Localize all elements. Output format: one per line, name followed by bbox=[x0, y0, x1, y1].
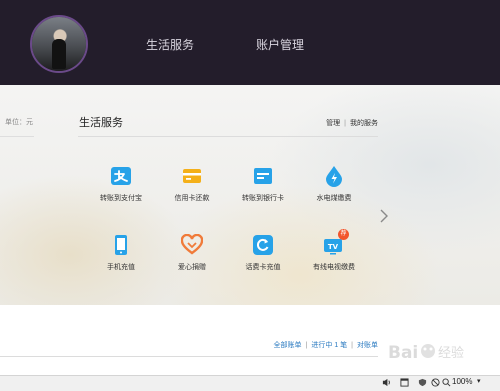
nav-life-services[interactable]: 生活服务 bbox=[146, 36, 194, 53]
service-label: 水电煤缴费 bbox=[316, 195, 352, 202]
credit-card-icon bbox=[183, 169, 201, 183]
all-bills-link[interactable]: 全部账单 bbox=[274, 342, 302, 349]
services-panel-title: 生活服务 bbox=[79, 117, 123, 129]
baidu-watermark: Bai 经验 bbox=[388, 343, 464, 363]
service-bank-transfer[interactable]: 转账到银行卡 bbox=[228, 165, 298, 203]
zoom-icon[interactable] bbox=[442, 378, 451, 387]
panel-divider bbox=[78, 136, 378, 137]
service-label: 爱心捐赠 bbox=[178, 264, 206, 271]
service-alipay-transfer[interactable]: 转账到支付宝 bbox=[86, 165, 156, 203]
blocked-icon[interactable] bbox=[431, 378, 440, 387]
zoom-level[interactable]: 100% bbox=[452, 377, 472, 386]
service-label: 信用卡还款 bbox=[174, 195, 210, 202]
divider bbox=[0, 136, 34, 137]
speaker-icon[interactable] bbox=[382, 378, 391, 387]
svg-text:Bai: Bai bbox=[388, 343, 418, 363]
service-label: 有线电视缴费 bbox=[313, 264, 355, 271]
in-progress-link[interactable]: 进行中 1 笔 bbox=[311, 342, 347, 349]
service-utilities[interactable]: 水电煤缴费 bbox=[299, 165, 369, 203]
services-panel-links: 管理 | 我的服务 bbox=[326, 118, 378, 128]
service-label: 转账到银行卡 bbox=[242, 195, 284, 202]
statement-link[interactable]: 对账单 bbox=[357, 342, 378, 349]
mobile-phone-icon bbox=[115, 235, 127, 255]
heart-icon bbox=[181, 234, 203, 255]
bank-card-icon bbox=[254, 168, 272, 184]
manage-link[interactable]: 管理 bbox=[326, 120, 340, 127]
service-label: 转账到支付宝 bbox=[100, 195, 142, 202]
unit-label: 单位：元 bbox=[5, 119, 33, 126]
service-mobile-topup[interactable]: 手机充值 bbox=[86, 234, 156, 272]
service-credit-card[interactable]: 信用卡还款 bbox=[157, 165, 227, 203]
service-cable-tv[interactable]: TV 有线电视缴费 bbox=[299, 234, 369, 272]
svg-text:TV: TV bbox=[328, 243, 339, 251]
link-separator: | bbox=[344, 120, 346, 127]
recommend-badge: 荐 bbox=[338, 229, 349, 240]
my-services-link[interactable]: 我的服务 bbox=[350, 120, 378, 127]
service-donation[interactable]: 爱心捐赠 bbox=[157, 234, 227, 272]
alipay-transfer-icon bbox=[111, 167, 131, 185]
link-separator: | bbox=[305, 342, 308, 349]
service-phone-card[interactable]: 话费卡充值 bbox=[228, 234, 298, 272]
avatar-figure bbox=[52, 39, 66, 69]
bills-divider bbox=[0, 356, 378, 357]
chevron-right-icon[interactable] bbox=[378, 208, 390, 224]
svg-text:经验: 经验 bbox=[438, 345, 464, 361]
chevron-down-icon[interactable]: ▾ bbox=[477, 377, 481, 385]
link-separator: | bbox=[351, 342, 353, 349]
refresh-card-icon bbox=[253, 235, 273, 255]
service-label: 话费卡充值 bbox=[245, 264, 281, 271]
water-drop-icon bbox=[326, 166, 342, 187]
avatar[interactable] bbox=[30, 15, 88, 73]
service-label: 手机充值 bbox=[107, 264, 135, 271]
shield-icon[interactable] bbox=[418, 378, 427, 387]
bill-links: 全部账单 | 进行中 1 笔 | 对账单 bbox=[274, 340, 378, 350]
nav-account-management[interactable]: 账户管理 bbox=[256, 36, 304, 53]
window-icon[interactable] bbox=[400, 378, 409, 387]
